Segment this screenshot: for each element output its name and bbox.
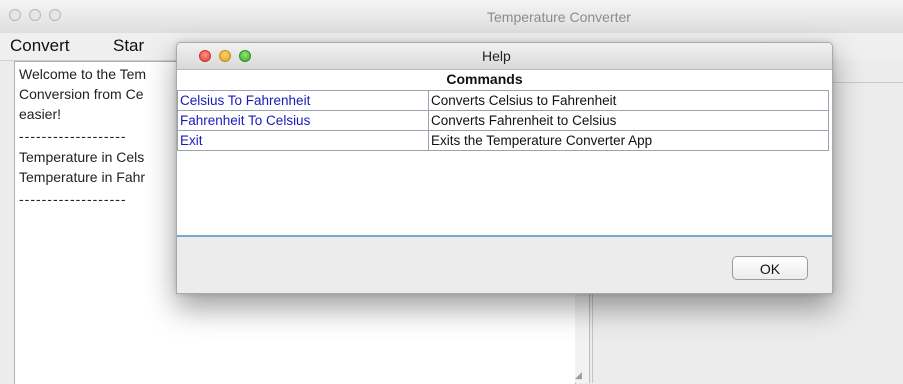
dialog-maximize-icon[interactable] (239, 50, 251, 62)
dialog-title-bar[interactable]: Help (177, 43, 832, 70)
separator-line-2: ------------------- (19, 191, 127, 207)
menu-star[interactable]: Star (113, 36, 144, 56)
separator-line-1: ------------------- (19, 128, 127, 144)
ok-button[interactable]: OK (732, 256, 808, 280)
command-name[interactable]: Celsius To Fahrenheit (177, 90, 429, 111)
command-description: Exits the Temperature Converter App (428, 130, 829, 151)
main-window-title: Temperature Converter (487, 9, 631, 25)
commands-table: Celsius To Fahrenheit Converts Celsius t… (177, 90, 829, 151)
table-row[interactable]: Exit Exits the Temperature Converter App (177, 130, 829, 151)
menu-convert[interactable]: Convert (10, 36, 70, 56)
main-minimize-icon[interactable] (29, 9, 41, 21)
dialog-title: Help (482, 48, 511, 64)
fahrenheit-line: Temperature in Fahr (19, 169, 146, 185)
table-row[interactable]: Celsius To Fahrenheit Converts Celsius t… (177, 90, 829, 111)
table-row[interactable]: Fahrenheit To Celsius Converts Fahrenhei… (177, 110, 829, 131)
dialog-close-icon[interactable] (199, 50, 211, 62)
main-maximize-icon[interactable] (49, 9, 61, 21)
commands-header: Commands (177, 70, 832, 89)
main-title-bar: Temperature Converter (0, 0, 903, 34)
right-panel-header (830, 60, 903, 83)
welcome-line-2: Conversion from Ce (19, 86, 144, 102)
command-name[interactable]: Fahrenheit To Celsius (177, 110, 429, 131)
celsius-line: Temperature in Cels (19, 149, 145, 165)
main-close-icon[interactable] (9, 9, 21, 21)
resize-grip-icon[interactable]: ◢ (575, 370, 582, 381)
commands-table-area: Commands Celsius To Fahrenheit Converts … (177, 70, 832, 237)
welcome-line-1: Welcome to the Tem (19, 66, 147, 82)
command-description: Converts Celsius to Fahrenheit (428, 90, 829, 111)
help-dialog: Help Commands Celsius To Fahrenheit Conv… (176, 42, 833, 294)
command-name[interactable]: Exit (177, 130, 429, 151)
welcome-line-3: easier! (19, 106, 62, 122)
dialog-minimize-icon[interactable] (219, 50, 231, 62)
command-description: Converts Fahrenheit to Celsius (428, 110, 829, 131)
